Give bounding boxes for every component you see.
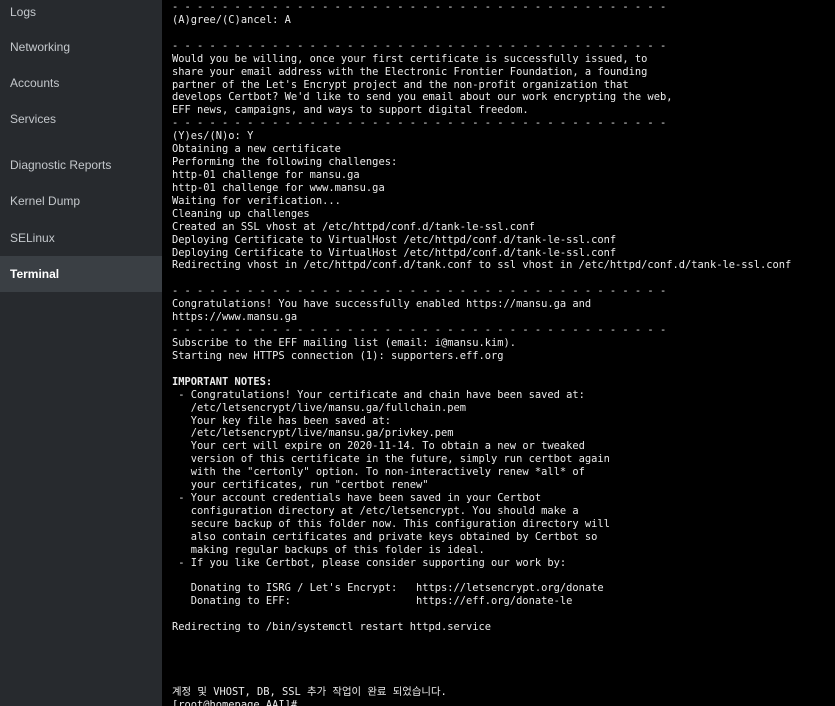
terminal-line: Cleaning up challenges — [172, 207, 310, 220]
terminal-line: also contain certificates and private ke… — [172, 530, 598, 543]
terminal-line: - Your account credentials have been sav… — [172, 492, 542, 505]
terminal-text: - - - - - - - - - - - - - - - - - - - - … — [172, 1, 791, 706]
terminal-line: Donating to ISRG / Let's Encrypt: https:… — [172, 582, 604, 595]
sidebar-item-diagnostic-reports[interactable]: Diagnostic Reports — [0, 147, 162, 183]
terminal-line: http-01 challenge for mansu.ga — [172, 168, 360, 181]
terminal-line: /etc/letsencrypt/live/mansu.ga/privkey.p… — [172, 427, 454, 440]
terminal-line: Subscribe to the EFF mailing list (email… — [172, 336, 517, 349]
terminal-line: Donating to EFF: https://eff.org/donate-… — [172, 595, 573, 608]
terminal-line: Would you be willing, once your first ce… — [172, 52, 648, 65]
sidebar-item-selinux[interactable]: SELinux — [0, 220, 162, 256]
terminal-line: - - - - - - - - - - - - - - - - - - - - … — [172, 39, 667, 52]
terminal-line: Deploying Certificate to VirtualHost /et… — [172, 246, 617, 259]
sidebar-item-logs[interactable]: Logs — [0, 0, 162, 30]
sidebar-item-services[interactable]: Services — [0, 101, 162, 137]
terminal-line: Created an SSL vhost at /etc/httpd/conf.… — [172, 220, 535, 233]
terminal-line: making regular backups of this folder is… — [172, 543, 485, 556]
terminal-line: your certificates, run "certbot renew" — [172, 479, 429, 492]
terminal-line: EFF news, campaigns, and ways to support… — [172, 104, 529, 117]
terminal-line: - - - - - - - - - - - - - - - - - - - - … — [172, 285, 667, 298]
sidebar: Logs Networking Accounts Services Diagno… — [0, 0, 162, 706]
terminal-line: - Congratulations! Your certificate and … — [172, 388, 585, 401]
sidebar-item-networking[interactable]: Networking — [0, 29, 162, 65]
terminal-line: - If you like Certbot, please consider s… — [172, 556, 567, 569]
terminal-prompt: [root@homepage AAI]# — [172, 698, 298, 706]
terminal-line: IMPORTANT NOTES: — [172, 375, 273, 388]
terminal-line: partner of the Let's Encrypt project and… — [172, 78, 629, 91]
terminal-line: Your cert will expire on 2020-11-14. To … — [172, 440, 585, 453]
terminal-line: Starting new HTTPS connection (1): suppo… — [172, 349, 504, 362]
terminal-line: Deploying Certificate to VirtualHost /et… — [172, 233, 617, 246]
terminal-line: Performing the following challenges: — [172, 156, 398, 169]
terminal-line: https://www.mansu.ga — [172, 311, 298, 324]
terminal-line: Congratulations! You have successfully e… — [172, 298, 592, 311]
terminal-line: configuration directory at /etc/letsencr… — [172, 504, 579, 517]
terminal-output[interactable]: - - - - - - - - - - - - - - - - - - - - … — [163, 0, 835, 706]
app-window: Logs Networking Accounts Services Diagno… — [0, 0, 835, 706]
terminal-line: - - - - - - - - - - - - - - - - - - - - … — [172, 1, 667, 13]
terminal-line: /etc/letsencrypt/live/mansu.ga/fullchain… — [172, 401, 467, 414]
terminal-line: (A)gree/(C)ancel: A — [172, 13, 291, 26]
terminal-line: with the "certonly" option. To non-inter… — [172, 466, 585, 479]
terminal-line: - - - - - - - - - - - - - - - - - - - - … — [172, 117, 667, 130]
terminal-line: Redirecting to /bin/systemctl restart ht… — [172, 621, 492, 634]
sidebar-item-terminal[interactable]: Terminal — [0, 256, 162, 292]
sidebar-item-kernel-dump[interactable]: Kernel Dump — [0, 183, 162, 219]
terminal-line: secure backup of this folder now. This c… — [172, 517, 610, 530]
terminal-line: develops Certbot? We'd like to send you … — [172, 91, 673, 104]
terminal-line: Waiting for verification... — [172, 194, 341, 207]
sidebar-item-accounts[interactable]: Accounts — [0, 65, 162, 101]
terminal-line: Your key file has been saved at: — [172, 414, 391, 427]
terminal-line: share your email address with the Electr… — [172, 65, 648, 78]
terminal-line: version of this certificate in the futur… — [172, 453, 610, 466]
terminal-line: 계정 및 VHOST, DB, SSL 추가 작업이 완료 되었습니다. — [172, 685, 447, 698]
terminal-line: - - - - - - - - - - - - - - - - - - - - … — [172, 324, 667, 337]
terminal-line: Redirecting vhost in /etc/httpd/conf.d/t… — [172, 259, 792, 272]
terminal-line: http-01 challenge for www.mansu.ga — [172, 181, 385, 194]
terminal-line: (Y)es/(N)o: Y — [172, 130, 254, 143]
terminal-line: Obtaining a new certificate — [172, 143, 341, 156]
